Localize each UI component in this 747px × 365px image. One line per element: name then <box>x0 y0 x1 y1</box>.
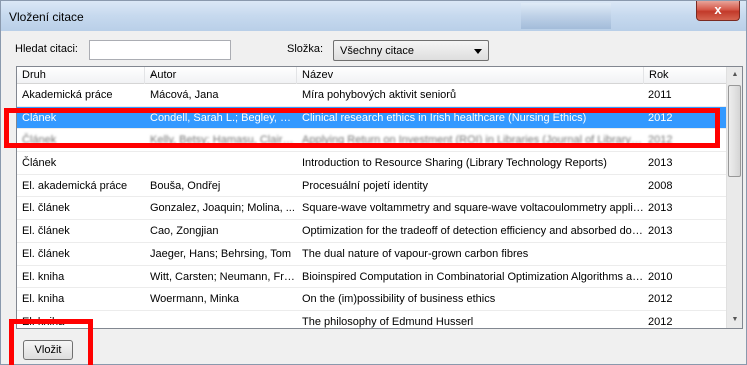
cell-author <box>145 311 297 328</box>
cell-year: 2011 <box>648 89 672 101</box>
cell-type: Článek <box>22 157 57 170</box>
insert-citation-dialog: Vložení citace x Hledat citaci: Složka: … <box>0 0 747 365</box>
table-row[interactable]: El. kniha The philosophy of Edmund Husser… <box>17 311 727 328</box>
table-row[interactable]: El. článek Jaeger, Hans; Behrsing, Tom The… <box>17 243 727 266</box>
cell-author <box>145 152 297 174</box>
cell-type: El. článek <box>22 225 70 238</box>
cell-year: 2010 <box>648 270 673 283</box>
highlight-box-selected-row <box>4 108 720 148</box>
window-title: Vložení citace <box>9 10 84 24</box>
cell-year: 2013 <box>648 202 673 215</box>
cell-year: 2012 <box>648 315 673 328</box>
cell-title: Square-wave voltammetry and square-wave … <box>302 202 644 215</box>
chevron-down-icon <box>474 49 482 54</box>
column-header-title[interactable]: Název <box>297 67 644 84</box>
folder-label: Složka: <box>287 43 324 55</box>
vertical-scrollbar[interactable]: ▲ ▼ <box>726 67 742 328</box>
cell-title: The dual nature of vapour-grown carbon f… <box>302 247 529 260</box>
cell-title: On the (im)possibility of business ethic… <box>302 293 496 306</box>
cell-author: Gonzalez, Joaquin; Molina, ... <box>150 202 295 215</box>
cell-title: Optimization for the tradeoff of detecti… <box>302 225 644 238</box>
cell-year: 2008 <box>648 179 673 192</box>
cell-author: Mácová, Jana <box>150 89 219 101</box>
cell-year: 2013 <box>648 225 673 238</box>
search-input[interactable] <box>89 40 231 60</box>
cell-type: El. článek <box>22 247 70 260</box>
cell-author: Witt, Carsten; Neumann, Fra... <box>150 270 297 283</box>
scroll-down-icon[interactable]: ▼ <box>727 312 742 328</box>
cell-year: 2012 <box>648 293 673 306</box>
list-header: Druh ▲ Autor Název Rok <box>17 67 727 84</box>
cell-type: El. akademická práce <box>22 179 128 192</box>
cell-title: Míra pohybových aktivit seniorů <box>302 89 457 101</box>
close-button[interactable]: x <box>696 1 740 21</box>
cell-author: Woermann, Minka <box>150 293 240 306</box>
table-row[interactable]: Článek Introduction to Resource Sharing (… <box>17 152 727 175</box>
cell-author: Cao, Zongjian <box>150 225 219 238</box>
titlebar-glass <box>521 3 611 29</box>
cell-author: Jaeger, Hans; Behrsing, Tom <box>150 247 292 260</box>
table-row[interactable]: El. kniha Woermann, Minka On the (im)possi… <box>17 288 727 311</box>
cell-title: Introduction to Resource Sharing (Librar… <box>302 157 607 170</box>
column-header-type[interactable]: Druh <box>17 67 145 84</box>
highlight-box-insert-button <box>9 319 93 365</box>
cell-type: Akademická práce <box>22 89 113 101</box>
cell-type: El. článek <box>22 202 70 215</box>
table-row[interactable]: El. článek Cao, Zongjian Optimization for … <box>17 220 727 243</box>
cell-type: El. kniha <box>22 293 65 306</box>
table-row[interactable]: El. kniha Witt, Carsten; Neumann, Fra... B… <box>17 266 727 289</box>
folder-dropdown[interactable]: Všechny citace <box>333 40 489 61</box>
cell-year <box>644 243 727 265</box>
folder-selected-value: Všechny citace <box>340 45 414 57</box>
table-row[interactable]: El. článek Gonzalez, Joaquin; Molina, ...… <box>17 197 727 221</box>
table-row[interactable]: El. akademická práce Bouša, Ondřej Procesu… <box>17 175 727 198</box>
citation-list[interactable]: Druh ▲ Autor Název Rok Akademická práce M… <box>16 66 743 329</box>
cell-author: Bouša, Ondřej <box>150 179 221 192</box>
close-icon: x <box>714 2 722 17</box>
cell-year: 2013 <box>648 157 673 170</box>
column-header-year[interactable]: Rok <box>644 67 727 84</box>
search-label: Hledat citaci: <box>15 43 78 55</box>
table-row[interactable]: Akademická práce Mácová, Jana Míra pohybov… <box>17 84 727 107</box>
title-bar[interactable]: Vložení citace x <box>1 1 746 31</box>
cell-type: El. kniha <box>22 270 65 283</box>
cell-title: Bioinspired Computation in Combinatorial… <box>302 270 644 283</box>
cell-title: Procesuální pojetí identity <box>302 179 428 192</box>
column-header-author[interactable]: Autor <box>145 67 297 84</box>
scroll-thumb[interactable] <box>728 85 741 177</box>
cell-title: The philosophy of Edmund Husserl <box>302 315 474 328</box>
scroll-up-icon[interactable]: ▲ <box>727 67 742 83</box>
